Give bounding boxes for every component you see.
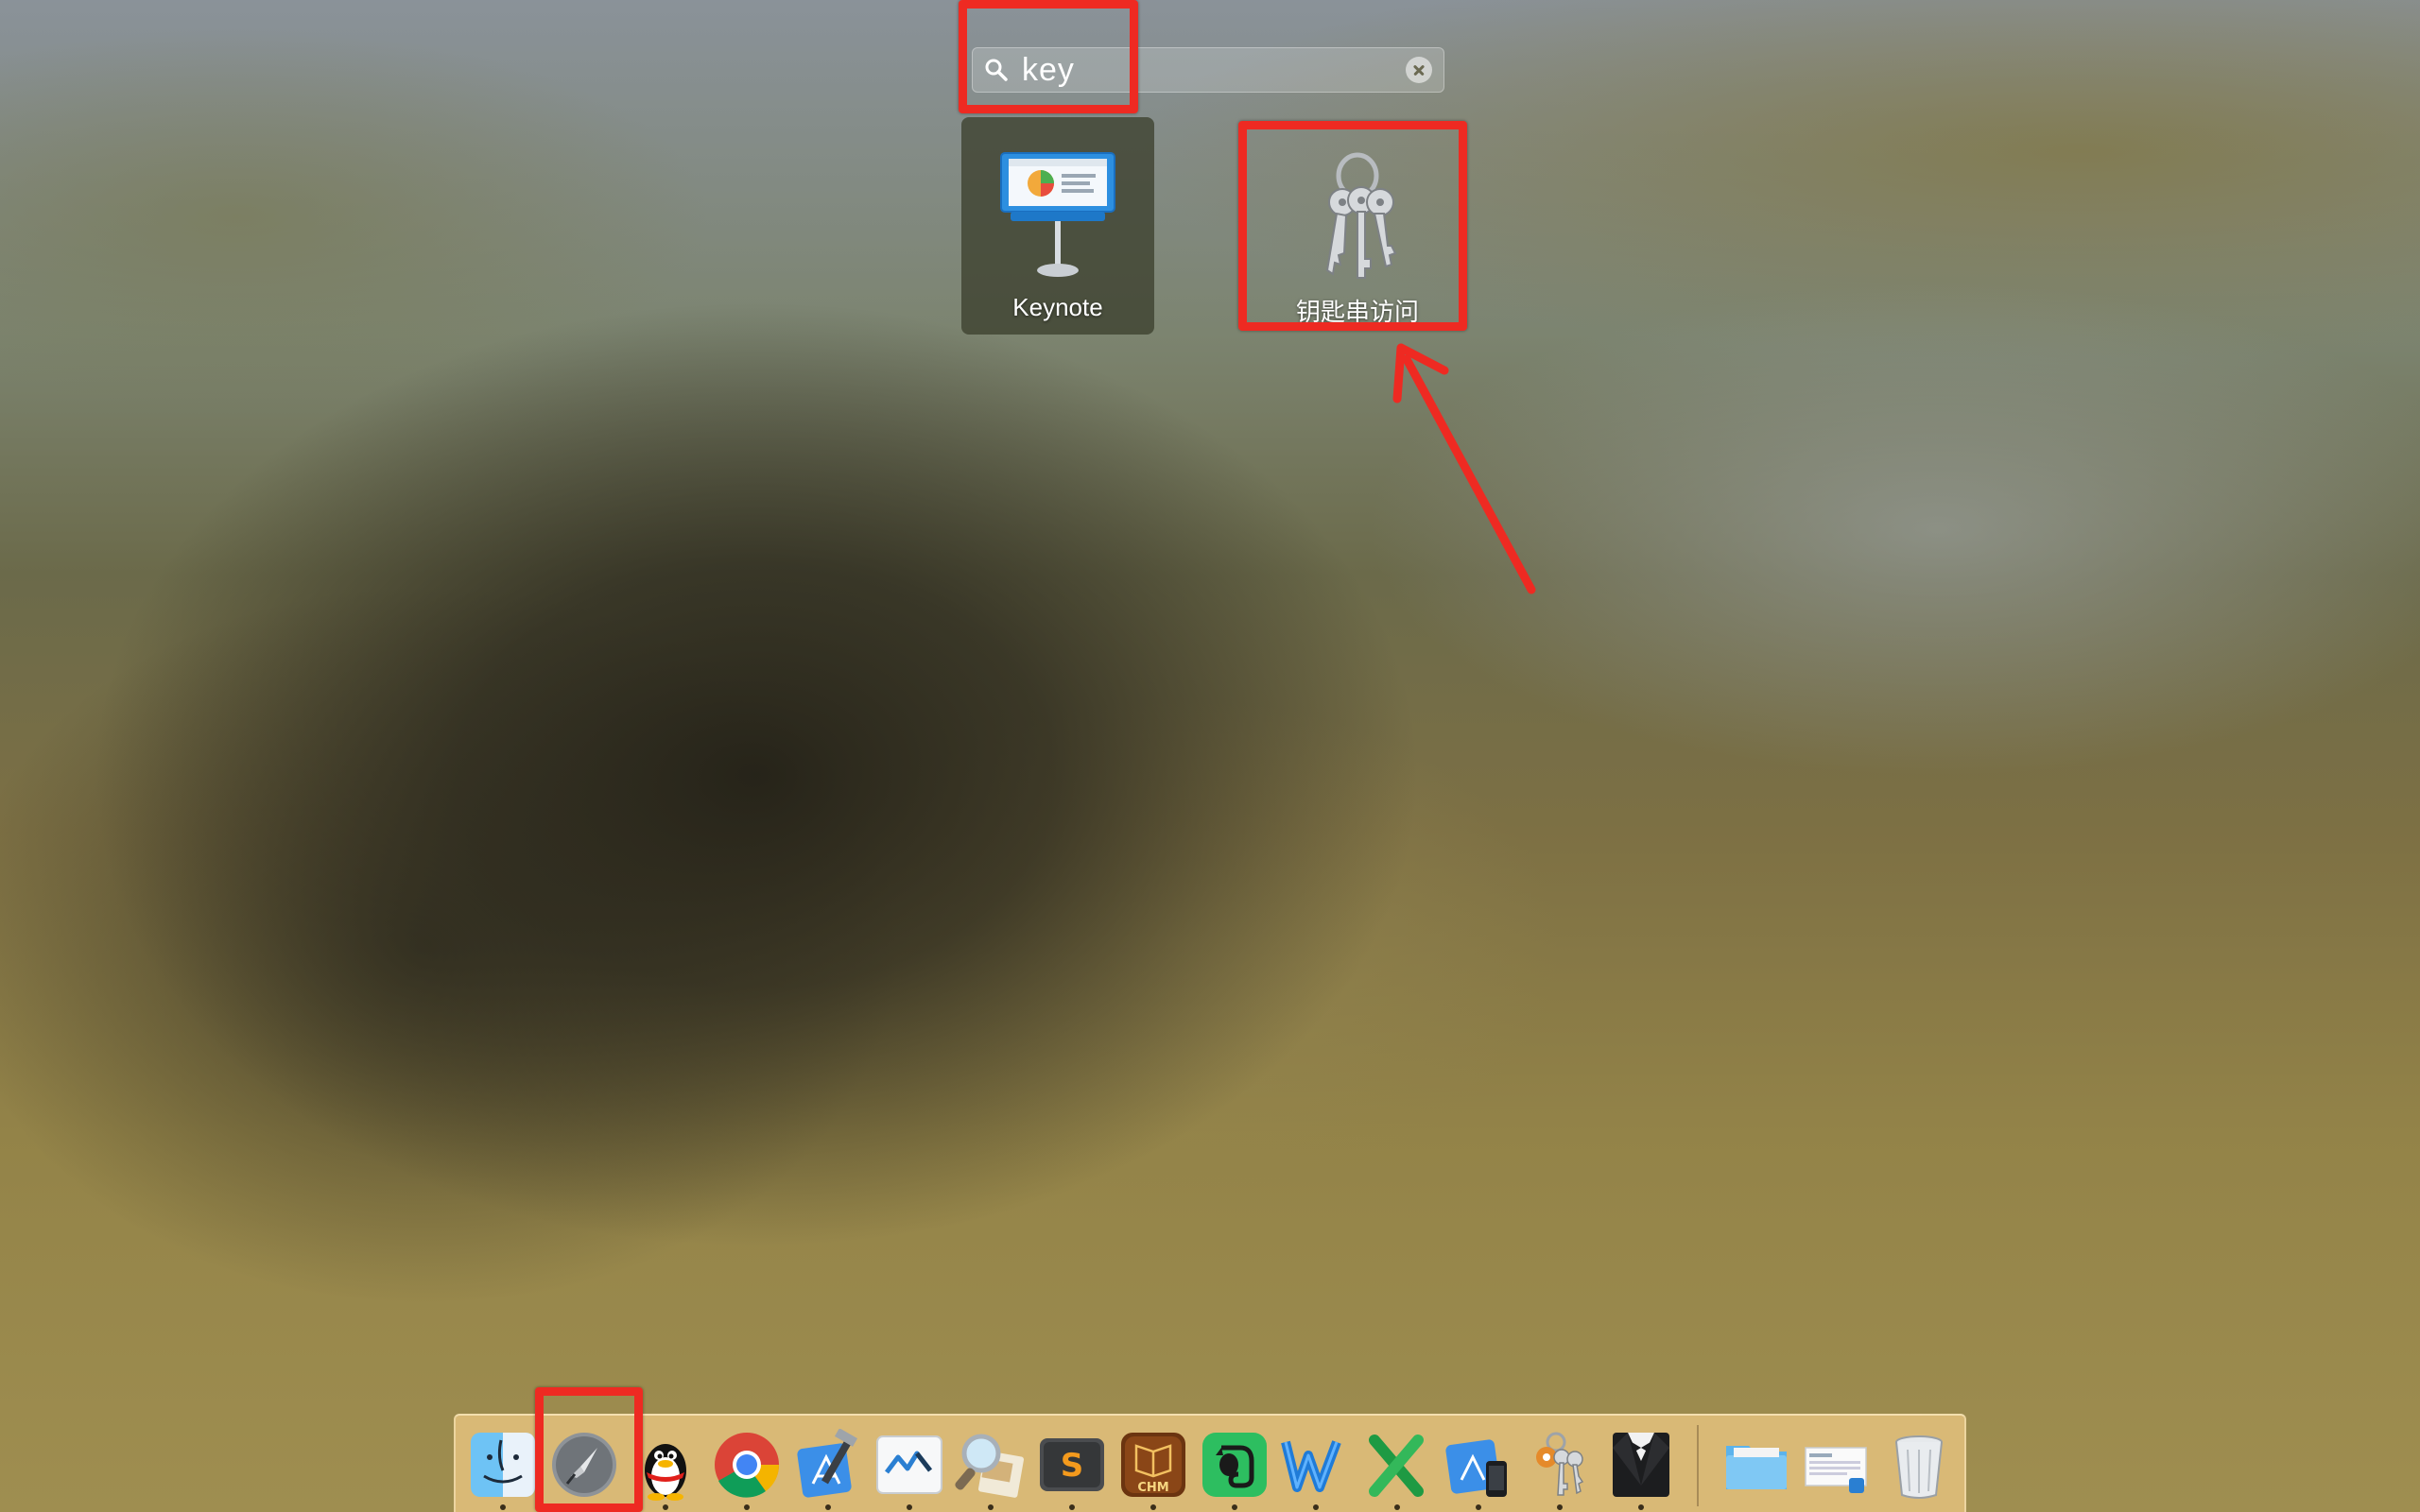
running-indicator	[907, 1504, 912, 1510]
running-indicator	[1069, 1504, 1075, 1510]
app-keynote[interactable]: Keynote	[961, 117, 1154, 335]
dock-keychain-access[interactable]	[1524, 1429, 1596, 1510]
app-keynote-label: Keynote	[1012, 293, 1103, 321]
running-indicator	[744, 1504, 750, 1510]
dock-simulator[interactable]	[1443, 1429, 1514, 1510]
preview-icon	[955, 1434, 1025, 1498]
running-indicator	[1150, 1504, 1156, 1510]
running-indicator	[1638, 1504, 1644, 1510]
keynote-icon	[1000, 152, 1115, 277]
dock-word[interactable]	[1280, 1429, 1352, 1510]
webstorm-icon	[876, 1435, 942, 1494]
annotation-box-search	[959, 0, 1138, 113]
dock-bartender[interactable]	[1605, 1429, 1677, 1510]
chrome-icon	[715, 1433, 780, 1498]
chm-viewer-icon: CHM	[1121, 1433, 1185, 1497]
evernote-icon	[1202, 1433, 1267, 1497]
dock-chrome[interactable]	[711, 1429, 783, 1510]
annotation-box-keychain	[1238, 121, 1467, 331]
dock-separator	[1697, 1425, 1699, 1506]
dock-finder[interactable]	[467, 1429, 539, 1510]
running-indicator	[663, 1504, 668, 1510]
running-indicator	[500, 1504, 506, 1510]
screenshot-stack-icon	[1805, 1447, 1867, 1493]
dock-xcode[interactable]	[792, 1429, 864, 1510]
word-icon	[1281, 1440, 1341, 1492]
dock-evernote[interactable]	[1199, 1429, 1270, 1510]
dock-screenshot-stack[interactable]	[1802, 1429, 1874, 1501]
finder-icon	[471, 1433, 535, 1497]
running-indicator	[1557, 1504, 1563, 1510]
dock-preview[interactable]	[955, 1429, 1027, 1510]
chm-label: CHM	[1137, 1481, 1168, 1495]
running-indicator	[1232, 1504, 1237, 1510]
xcode-icon	[797, 1429, 858, 1498]
running-indicator	[1476, 1504, 1481, 1510]
folder-icon	[1726, 1446, 1787, 1489]
running-indicator	[825, 1504, 831, 1510]
clear-search-icon[interactable]	[1406, 57, 1432, 83]
running-indicator	[988, 1504, 994, 1510]
dock-chm-viewer[interactable]: CHM	[1117, 1429, 1189, 1510]
trash-icon	[1895, 1435, 1943, 1499]
annotation-box-launchpad	[535, 1387, 643, 1512]
excel-icon	[1369, 1435, 1424, 1497]
dock-trash[interactable]	[1883, 1429, 1955, 1501]
dock-folder[interactable]	[1720, 1429, 1792, 1501]
running-indicator	[1394, 1504, 1400, 1510]
simulator-icon	[1445, 1439, 1507, 1497]
bartender-icon	[1613, 1433, 1669, 1497]
sublime-text-icon: S	[1040, 1438, 1104, 1491]
sublime-letter: S	[1061, 1447, 1084, 1485]
dock: S CHM	[454, 1414, 1966, 1512]
keychain-small-icon	[1536, 1432, 1584, 1496]
dock-webstorm[interactable]	[873, 1429, 945, 1510]
annotation-arrow	[1392, 343, 1536, 594]
dock-excel[interactable]	[1361, 1429, 1433, 1510]
running-indicator	[1313, 1504, 1319, 1510]
dock-sublime-text[interactable]: S	[1036, 1429, 1108, 1510]
